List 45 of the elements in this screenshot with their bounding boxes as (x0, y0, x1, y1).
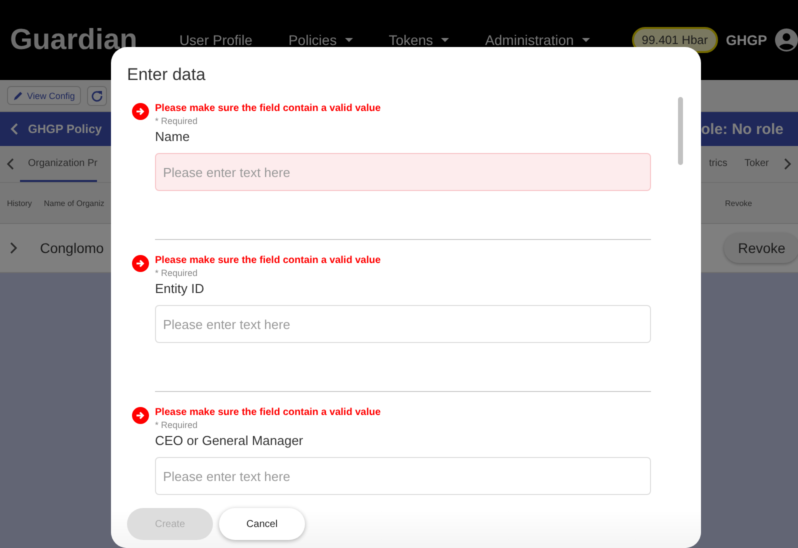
field-label: Name (155, 129, 191, 144)
nav-menu[interactable]: User Profile (179, 32, 252, 48)
field-label: Entity ID (155, 281, 206, 296)
column-header: Revoke (725, 198, 752, 208)
caret-icon (582, 38, 590, 42)
text-field[interactable]: Please enter text here (155, 457, 651, 495)
view-config-button[interactable]: View Config (7, 86, 81, 105)
caret-icon (344, 38, 353, 42)
field-label: CEO or General Manager (155, 433, 304, 448)
table-cell: Conglomo (40, 240, 104, 256)
chevron-icon[interactable] (10, 242, 18, 254)
refresh-icon (90, 90, 103, 102)
revoke-button[interactable]: Revoke (724, 233, 798, 263)
error-icon (132, 407, 149, 424)
refresh-button[interactable] (86, 86, 107, 106)
back-icon[interactable] (10, 123, 18, 135)
text-field[interactable]: Please enter text here (155, 305, 651, 343)
dialog-button[interactable]: Cancel (219, 508, 305, 540)
column-header: Name of Organiz (44, 198, 104, 208)
caret-icon (441, 38, 450, 42)
chevron-icon[interactable] (784, 158, 792, 170)
text-field[interactable]: Please enter text here (155, 153, 651, 191)
required-note: * Required (155, 420, 199, 430)
required-note: * Required (155, 116, 199, 126)
tab[interactable]: trics (701, 146, 728, 182)
error-icon (132, 255, 149, 272)
tab[interactable]: Toker (736, 146, 769, 182)
required-note: * Required (155, 268, 199, 278)
column-header: History (7, 198, 32, 208)
policy-title: GHGP Policy (28, 122, 102, 136)
error-message: Please make sure the field contain a valid value (155, 103, 382, 114)
app-logo: Guardian (10, 24, 138, 56)
error-icon (132, 103, 149, 120)
nav-menu[interactable]: Policies (288, 32, 353, 48)
nav-menu[interactable]: Administration (485, 32, 590, 48)
error-message: Please make sure the field contain a valid value (155, 407, 382, 418)
scrollbar[interactable] (678, 97, 683, 165)
error-message: Please make sure the field contain a valid value (155, 255, 382, 266)
pencil-icon (13, 90, 24, 101)
dialog-title: Enter data (127, 65, 206, 85)
avatar-icon[interactable] (775, 28, 798, 52)
chevron-icon[interactable] (6, 158, 14, 170)
role-label: ole: No role (701, 120, 785, 138)
user-name: GHGP (726, 32, 768, 48)
nav-menu[interactable]: Tokens (388, 32, 450, 48)
